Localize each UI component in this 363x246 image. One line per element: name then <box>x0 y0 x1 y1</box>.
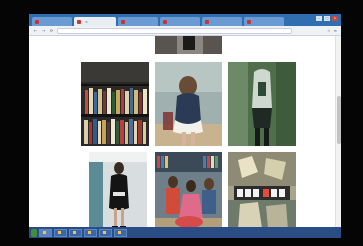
photo-art <box>228 152 296 227</box>
photo-crafted-hero[interactable] <box>228 152 296 227</box>
address-bar: ← → ⟳ ☆ ≡ <box>29 26 341 36</box>
maximize-icon[interactable]: □ <box>324 16 330 21</box>
menu-icon[interactable]: ≡ <box>334 28 337 33</box>
favicon-icon <box>77 19 81 24</box>
bookmark-star-icon[interactable]: ☆ <box>327 28 331 33</box>
favicon-icon <box>247 19 251 24</box>
photo-art <box>155 62 222 146</box>
scrollbar-thumb[interactable] <box>337 96 341 144</box>
tab-4[interactable] <box>160 17 200 26</box>
page-scrollbar[interactable] <box>335 36 341 227</box>
tab-strip: × – □ × <box>29 14 341 26</box>
photo-black-dress[interactable] <box>89 152 147 227</box>
photo-art <box>81 62 149 146</box>
window-controls: – □ × <box>316 16 338 21</box>
photo-art <box>228 62 296 146</box>
photo-art <box>155 152 222 227</box>
taskbar-item-3[interactable] <box>69 228 82 237</box>
os-taskbar <box>29 227 341 238</box>
photo-crowd-event[interactable] <box>155 152 222 227</box>
tab-close-icon[interactable]: × <box>85 20 88 24</box>
favicon-icon <box>163 19 167 24</box>
browser-screen: × – □ × ← → ⟳ ☆ ≡ <box>29 14 341 238</box>
photo-dress-back[interactable] <box>155 62 222 146</box>
tab-2-active[interactable]: × <box>74 17 116 26</box>
forward-icon[interactable]: → <box>41 28 46 33</box>
toolbar-icons: ☆ ≡ <box>327 28 337 33</box>
close-window-icon[interactable]: × <box>332 16 338 21</box>
photo-art <box>89 152 147 227</box>
tab-5[interactable] <box>202 17 242 26</box>
favicon-icon <box>35 19 39 24</box>
taskbar-item-6[interactable] <box>114 228 127 237</box>
back-icon[interactable]: ← <box>33 28 38 33</box>
tab-6[interactable] <box>244 17 284 26</box>
app-icon <box>73 231 76 234</box>
app-icon <box>118 231 121 234</box>
favicon-icon <box>121 19 125 24</box>
app-icon <box>88 231 91 234</box>
photo-green-outfit[interactable] <box>228 62 296 146</box>
taskbar-item-1[interactable] <box>39 228 52 237</box>
app-icon <box>103 231 106 234</box>
tab-3[interactable] <box>118 17 158 26</box>
photo-art <box>155 36 222 54</box>
reload-icon[interactable]: ⟳ <box>49 28 54 33</box>
photo-grid-page <box>29 36 341 227</box>
favicon-icon <box>205 19 209 24</box>
tab-1[interactable] <box>32 17 72 26</box>
photo-library-bookshelf[interactable] <box>81 62 149 146</box>
start-button[interactable] <box>31 228 37 237</box>
taskbar-item-2[interactable] <box>54 228 67 237</box>
taskbar-item-4[interactable] <box>84 228 97 237</box>
app-icon <box>43 231 46 234</box>
minimize-icon[interactable]: – <box>316 16 322 21</box>
photo-top-partial[interactable] <box>155 36 222 54</box>
app-icon <box>58 231 61 234</box>
taskbar-item-5[interactable] <box>99 228 112 237</box>
url-field[interactable] <box>57 27 292 34</box>
